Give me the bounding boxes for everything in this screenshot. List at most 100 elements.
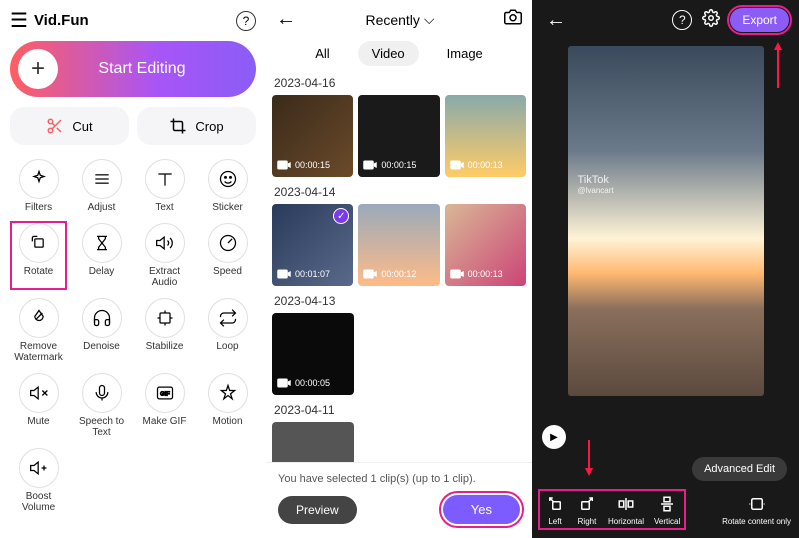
rotate-horizontal-icon <box>615 493 637 515</box>
gallery-date: 2023-04-13 <box>272 294 526 308</box>
tool-label: Extract Audio <box>138 266 191 288</box>
tool-sticker[interactable]: Sticker <box>199 157 256 215</box>
tool-speech[interactable]: Speech to Text <box>73 371 130 440</box>
start-editing-button[interactable]: + Start Editing <box>10 41 256 97</box>
home-panel: ☰ Vid.Fun ? + Start Editing Cut Crop Fil… <box>0 0 266 538</box>
selection-text: You have selected 1 clip(s) (up to 1 cli… <box>278 473 520 485</box>
crop-button[interactable]: Crop <box>137 107 256 145</box>
tool-boost[interactable]: Boost Volume <box>10 446 67 515</box>
selection-bar: You have selected 1 clip(s) (up to 1 cli… <box>266 462 532 538</box>
tab-all[interactable]: All <box>301 41 343 66</box>
tiktok-watermark: TikTok @lvancart <box>578 174 614 195</box>
rotate-toolbar: Left Right Horizontal Vertical Rotate conte… <box>532 485 799 538</box>
menu-icon[interactable]: ☰ <box>10 8 28 33</box>
rotate-left-button[interactable]: Left <box>544 493 566 526</box>
rotate-content-only-button[interactable]: Rotate content only <box>722 493 791 526</box>
tool-label: Adjust <box>88 202 116 213</box>
tool-headphones[interactable]: Denoise <box>73 296 130 365</box>
tool-text[interactable]: Text <box>136 157 193 215</box>
annotation-arrow-rotate <box>588 440 590 474</box>
editor-back-icon[interactable]: ← <box>542 9 570 32</box>
rotate-vertical-icon <box>656 493 678 515</box>
cut-button[interactable]: Cut <box>10 107 129 145</box>
gallery-header: ← Recently ⌵ <box>272 8 526 31</box>
tool-label: Sticker <box>212 202 243 213</box>
motion-icon <box>208 373 248 413</box>
tool-label: Rotate <box>24 266 53 277</box>
export-button[interactable]: Export <box>730 8 789 32</box>
chevron-down-icon: ⌵ <box>424 11 435 28</box>
tool-label: Denoise <box>83 341 120 352</box>
tool-label: Delay <box>89 266 115 277</box>
rotate-right-icon <box>576 493 598 515</box>
video-preview-area: TikTok @lvancart <box>532 40 799 421</box>
start-editing-label: Start Editing <box>58 60 256 78</box>
duration-badge: 00:00:13 <box>448 156 503 174</box>
scissors-icon <box>46 117 64 135</box>
video-thumbnail[interactable]: 00:00:13 <box>445 204 526 286</box>
tool-label: Boost Volume <box>12 491 65 513</box>
advanced-edit-button[interactable]: Advanced Edit <box>692 457 787 481</box>
tab-image[interactable]: Image <box>433 41 497 66</box>
settings-icon[interactable] <box>702 9 720 32</box>
gallery-panel: ← Recently ⌵ All Video Image 2023-04-16 0… <box>266 0 532 538</box>
duration-badge: 00:01:07 <box>275 265 330 283</box>
loop-icon <box>208 298 248 338</box>
editor-help-icon[interactable]: ? <box>672 10 692 30</box>
rotate-icon <box>19 223 59 263</box>
tool-rotate[interactable]: Rotate <box>10 221 67 290</box>
rotate-vertical-button[interactable]: Vertical <box>654 493 680 526</box>
mute-icon <box>19 373 59 413</box>
yes-button[interactable]: Yes <box>443 495 520 524</box>
tool-label: Loop <box>216 341 238 352</box>
album-dropdown[interactable]: Recently ⌵ <box>365 11 434 28</box>
tool-label: Filters <box>25 202 52 213</box>
tool-gif[interactable]: GIFMake GIF <box>136 371 193 440</box>
tool-stabilize[interactable]: Stabilize <box>136 296 193 365</box>
video-thumbnail[interactable]: 00:00:05 <box>272 313 354 395</box>
tool-label: Motion <box>212 416 242 427</box>
back-icon[interactable]: ← <box>272 8 300 31</box>
hourglass-icon <box>82 223 122 263</box>
camera-icon[interactable] <box>500 8 526 31</box>
app-title: Vid.Fun <box>34 12 89 29</box>
tool-loop[interactable]: Loop <box>199 296 256 365</box>
stabilize-icon <box>145 298 185 338</box>
tool-audio[interactable]: Extract Audio <box>136 221 193 290</box>
tool-droplet[interactable]: Remove Watermark <box>10 296 67 365</box>
tool-motion[interactable]: Motion <box>199 371 256 440</box>
rotate-horizontal-button[interactable]: Horizontal <box>608 493 644 526</box>
preview-button[interactable]: Preview <box>278 496 357 524</box>
editor-header: ← ? Export <box>532 0 799 40</box>
play-button[interactable]: ▶ <box>542 425 566 449</box>
tool-mute[interactable]: Mute <box>10 371 67 440</box>
video-thumbnail[interactable]: 00:00:13 <box>445 95 526 177</box>
gif-icon: GIF <box>145 373 185 413</box>
help-icon[interactable]: ? <box>236 11 256 31</box>
audio-icon <box>145 223 185 263</box>
rotate-left-icon <box>544 493 566 515</box>
gallery-date: 2023-04-14 <box>272 185 526 199</box>
rotate-group: Left Right Horizontal Vertical <box>540 491 684 528</box>
home-header: ☰ Vid.Fun ? <box>10 8 256 33</box>
tab-video[interactable]: Video <box>358 41 419 66</box>
tool-speed[interactable]: Speed <box>199 221 256 290</box>
text-icon <box>145 159 185 199</box>
video-preview[interactable]: TikTok @lvancart <box>568 46 764 396</box>
cut-label: Cut <box>72 119 92 134</box>
tool-label: Remove Watermark <box>12 341 65 363</box>
tool-adjust[interactable]: Adjust <box>73 157 130 215</box>
media-tabs: All Video Image <box>272 41 526 66</box>
gallery-date: 2023-04-16 <box>272 76 526 90</box>
editor-panel: ← ? Export TikTok @lvancart ▶ Advanced E… <box>532 0 799 538</box>
rotate-right-button[interactable]: Right <box>576 493 598 526</box>
tool-label: Mute <box>27 416 49 427</box>
sparkle-icon <box>19 159 59 199</box>
video-thumbnail[interactable]: 00:00:15 <box>272 95 353 177</box>
video-thumbnail[interactable]: 00:00:15 <box>358 95 439 177</box>
tool-hourglass[interactable]: Delay <box>73 221 130 290</box>
droplet-icon <box>19 298 59 338</box>
video-thumbnail[interactable]: 00:01:07✓ <box>272 204 353 286</box>
video-thumbnail[interactable]: 00:00:12 <box>358 204 439 286</box>
tool-sparkle[interactable]: Filters <box>10 157 67 215</box>
